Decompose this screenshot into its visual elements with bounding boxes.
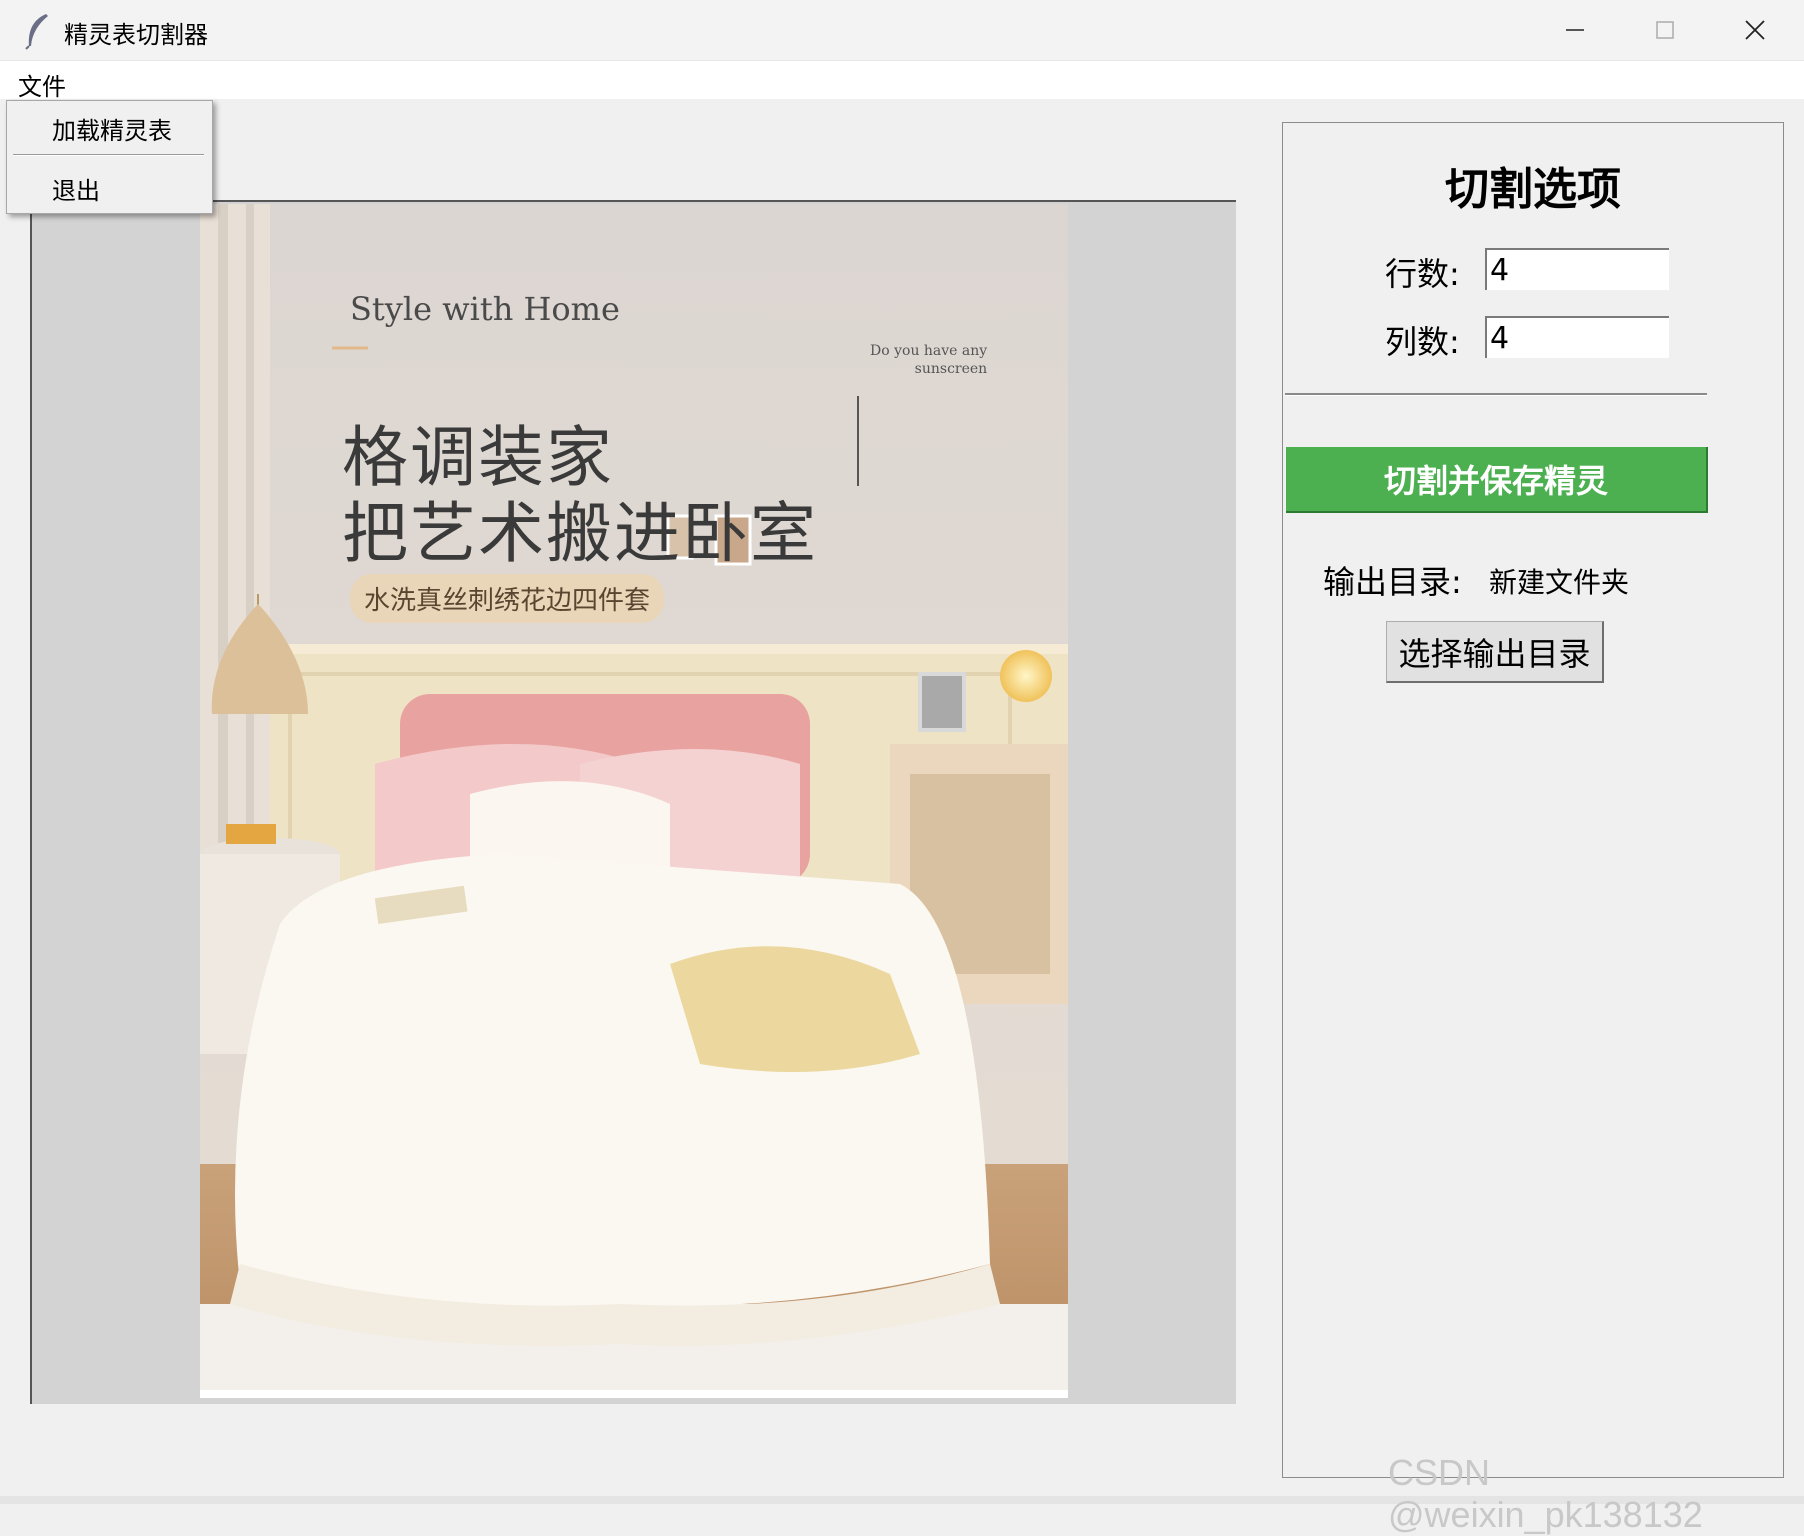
image-slogan-line2: 把艺术搬进卧室 <box>342 495 818 572</box>
minimize-icon <box>1566 29 1584 31</box>
output-dir-label: 输出目录: <box>1323 563 1462 601</box>
menu-file[interactable]: 文件 <box>18 67 66 102</box>
menu-bar: 文件 <box>0 61 1804 102</box>
window-title: 精灵表切割器 <box>64 21 208 49</box>
image-small-text-line1: Do you have any <box>870 343 988 359</box>
maximize-icon <box>1656 21 1674 39</box>
slice-and-save-button[interactable]: 切割并保存精灵 <box>1286 447 1708 513</box>
menu-item-load-sprite-sheet[interactable]: 加载精灵表 <box>52 111 172 146</box>
bedroom-photo <box>200 204 1068 1398</box>
menu-item-exit[interactable]: 退出 <box>52 171 100 206</box>
sprite-sheet-image: Style with Home Do you have any sunscree… <box>200 204 1068 1398</box>
columns-input[interactable] <box>1485 316 1669 358</box>
image-small-text: Do you have any sunscreen <box>870 342 987 378</box>
minimize-button[interactable] <box>1530 0 1620 60</box>
file-menu-dropdown: 加载精灵表 退出 <box>6 100 213 214</box>
output-dir-value: 新建文件夹 <box>1489 566 1630 599</box>
feather-icon <box>25 14 48 50</box>
image-slogan-english: Style with Home <box>350 290 620 328</box>
image-canvas[interactable]: Style with Home Do you have any sunscree… <box>30 200 1236 1404</box>
options-title: 切割选项 <box>1445 164 1621 215</box>
watermark: CSDN @weixin_pk138132 <box>1388 1452 1703 1535</box>
close-button[interactable] <box>1710 0 1800 60</box>
maximize-button[interactable] <box>1620 0 1710 60</box>
slice-options-panel: 切割选项 行数: 列数: 切割并保存精灵 输出目录: 新建文件夹 选择输出目录 <box>1282 122 1784 1478</box>
columns-label: 列数: <box>1385 323 1460 361</box>
title-bar: 精灵表切割器 <box>0 0 1804 61</box>
rows-input[interactable] <box>1485 248 1669 290</box>
image-small-text-line2: sunscreen <box>914 361 988 377</box>
options-separator <box>1285 393 1707 396</box>
choose-output-dir-button[interactable]: 选择输出目录 <box>1386 621 1604 683</box>
menu-separator <box>13 154 204 156</box>
rows-label: 行数: <box>1385 255 1460 293</box>
close-icon <box>1745 20 1765 40</box>
image-slogan-tag: 水洗真丝刺绣花边四件套 <box>350 574 665 623</box>
